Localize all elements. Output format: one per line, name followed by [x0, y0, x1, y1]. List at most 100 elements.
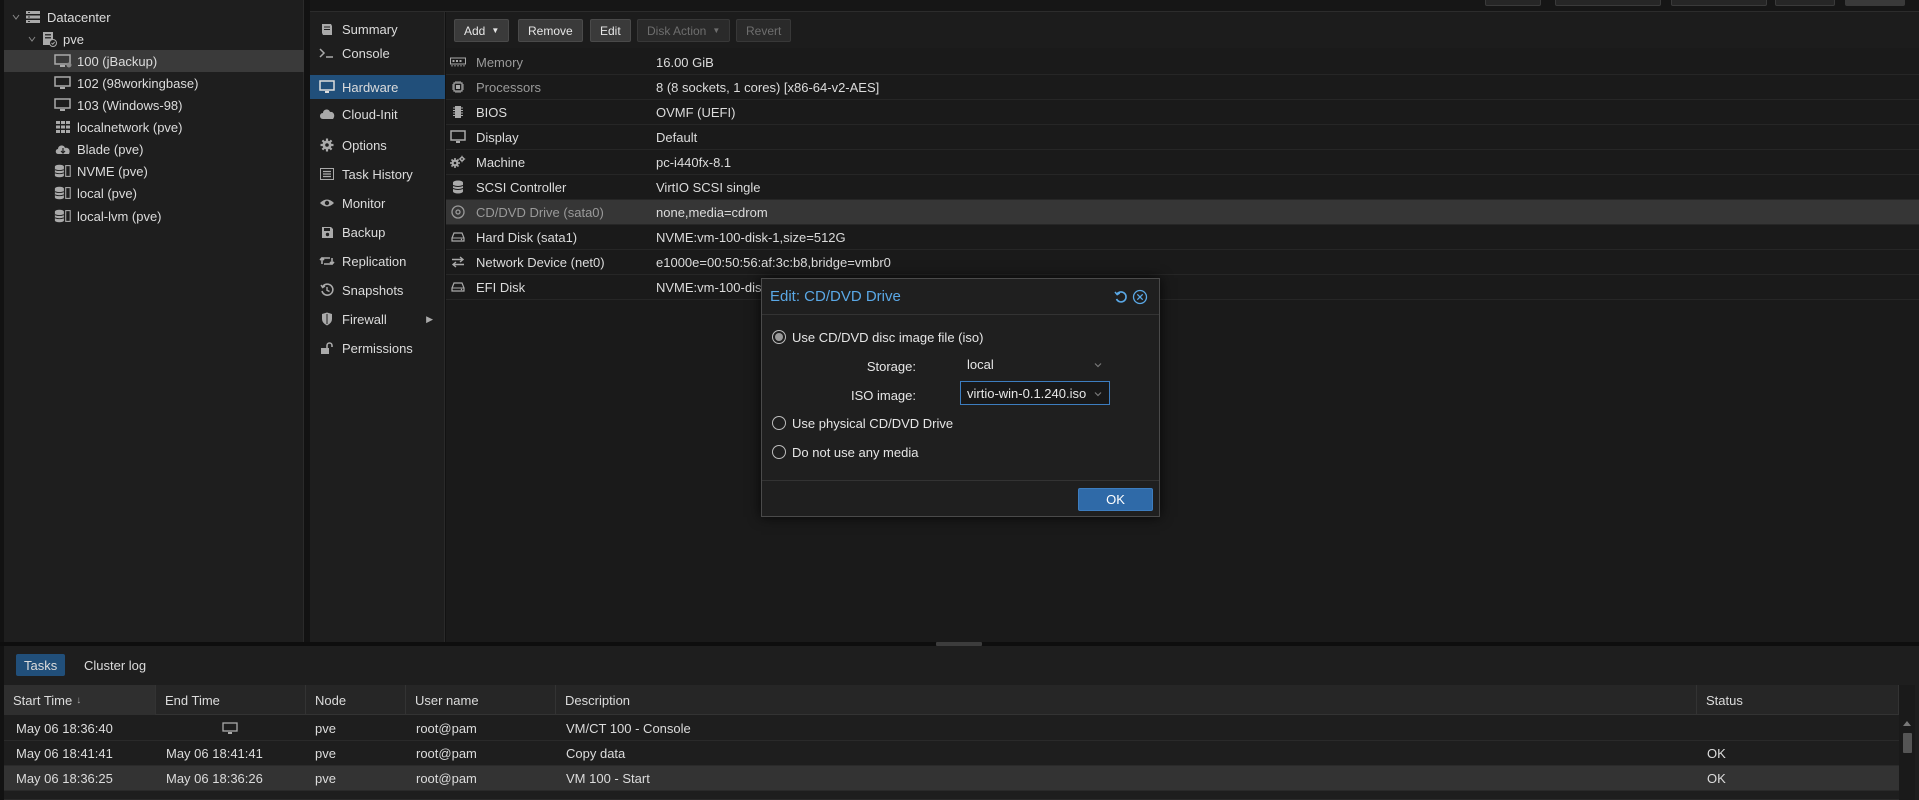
close-icon[interactable]	[1132, 289, 1148, 305]
nav-snapshots[interactable]: Snapshots	[310, 278, 445, 302]
tree-item-vm-103[interactable]: 103 (Windows-98)	[4, 94, 304, 116]
nav-summary[interactable]: Summary	[310, 17, 445, 41]
radio-checked-icon[interactable]	[772, 330, 786, 344]
task-node: pve	[315, 771, 336, 786]
add-button[interactable]: Add ▼	[454, 19, 510, 42]
nav-backup[interactable]: Backup	[310, 220, 445, 244]
nav-task-history[interactable]: Task History	[310, 162, 445, 186]
floppy-icon	[319, 225, 335, 239]
hardware-toolbar: Add ▼ Remove Edit Disk Action ▼ Revert	[446, 12, 1919, 48]
radio-use-iso[interactable]: Use CD/DVD disc image file (iso)	[772, 328, 983, 346]
remove-button[interactable]: Remove	[518, 19, 583, 42]
column-start-time[interactable]: Start Time ↓	[4, 685, 156, 715]
expand-arrow-icon[interactable]: ▶	[426, 314, 433, 325]
nav-hardware[interactable]: Hardware	[310, 75, 445, 99]
tree-item-nvme[interactable]: NVME (pve)	[4, 160, 304, 182]
hardware-row-efi-disk[interactable]: EFI Disk NVME:vm-100-disk-0	[446, 275, 1919, 300]
hardware-row-machine[interactable]: Machine pc-i440fx-8.1	[446, 150, 1919, 175]
column-node[interactable]: Node	[306, 685, 406, 715]
nav-label: Firewall	[342, 311, 387, 327]
nav-label: Backup	[342, 224, 386, 240]
tree-item-localnetwork[interactable]: localnetwork (pve)	[4, 116, 304, 138]
add-label: Add	[464, 23, 486, 38]
column-user-name[interactable]: User name	[406, 685, 556, 715]
hardware-row-bios[interactable]: BIOS OVMF (UEFI)	[446, 100, 1919, 125]
tab-cluster-log[interactable]: Cluster log	[76, 654, 154, 676]
dialog-header: Edit: CD/DVD Drive	[762, 279, 1159, 315]
task-start: May 06 18:36:40	[16, 721, 113, 736]
tree-item-vm-102[interactable]: 102 (98workingbase)	[4, 72, 304, 94]
dialog-title: Edit: CD/DVD Drive	[770, 288, 901, 305]
hardware-row-display[interactable]: Display Default	[446, 125, 1919, 150]
task-user: root@pam	[416, 771, 477, 786]
nav-console[interactable]: Console	[310, 41, 445, 65]
radio-label: Use CD/DVD disc image file (iso)	[792, 329, 984, 345]
ok-button[interactable]: OK	[1078, 488, 1153, 511]
task-row[interactable]: May 06 18:41:41 May 06 18:41:41 pve root…	[4, 741, 1899, 766]
column-description[interactable]: Description	[556, 685, 1697, 715]
header-button[interactable]	[1671, 0, 1767, 6]
task-user: root@pam	[416, 721, 477, 736]
nav-label: Summary	[342, 21, 398, 37]
hardware-row-processors[interactable]: Processors 8 (8 sockets, 1 cores) [x86-6…	[446, 75, 1919, 100]
scroll-up-icon[interactable]	[1903, 721, 1911, 726]
iso-image-combo[interactable]: virtio-win-0.1.240.iso	[960, 381, 1110, 405]
tab-tasks[interactable]: Tasks	[16, 654, 66, 676]
task-grid-scrollbar[interactable]	[1899, 685, 1915, 800]
storage-combo[interactable]: local	[960, 352, 1110, 376]
disk-action-button[interactable]: Disk Action ▼	[637, 19, 731, 42]
radio-use-physical[interactable]: Use physical CD/DVD Drive	[772, 414, 953, 432]
radio-no-media[interactable]: Do not use any media	[772, 443, 918, 461]
chevron-down-icon[interactable]	[1093, 389, 1103, 399]
header-button[interactable]	[1485, 0, 1541, 6]
hardware-row-cdrom[interactable]: CD/DVD Drive (sata0) none,media=cdrom	[446, 200, 1919, 225]
tab-label: Tasks	[24, 657, 58, 673]
tree-item-local-lvm[interactable]: local-lvm (pve)	[4, 205, 304, 227]
iso-image-label: ISO image:	[850, 388, 916, 403]
column-label: Status	[1706, 692, 1743, 708]
task-row[interactable]	[4, 791, 1899, 800]
radio-unchecked-icon[interactable]	[772, 445, 786, 459]
nav-permissions[interactable]: Permissions	[310, 336, 445, 360]
scrollbar-thumb[interactable]	[1903, 733, 1912, 753]
task-end: May 06 18:41:41	[166, 746, 263, 761]
tree-item-label: pve	[63, 31, 84, 47]
tree-item-local[interactable]: local (pve)	[4, 182, 304, 204]
tree-item-blade[interactable]: Blade (pve)	[4, 138, 304, 160]
nav-monitor[interactable]: Monitor	[310, 191, 445, 215]
hardware-row-hard-disk[interactable]: Hard Disk (sata1) NVME:vm-100-disk-1,siz…	[446, 225, 1919, 250]
nav-replication[interactable]: Replication	[310, 249, 445, 273]
task-description: VM 100 - Start	[566, 771, 650, 786]
disk-action-label: Disk Action	[647, 23, 707, 38]
revert-button[interactable]: Revert	[736, 19, 792, 42]
edit-button[interactable]: Edit	[590, 19, 631, 42]
hardware-row-memory[interactable]: Memory 16.00 GiB	[446, 50, 1919, 75]
column-status[interactable]: Status	[1697, 685, 1899, 715]
hardware-row-network[interactable]: Network Device (net0) e1000e=00:50:56:af…	[446, 250, 1919, 275]
reset-icon[interactable]	[1113, 289, 1129, 305]
chevron-down-icon[interactable]	[26, 33, 38, 45]
header-button[interactable]	[1845, 0, 1905, 6]
column-end-time[interactable]: End Time	[156, 685, 306, 715]
tree-item-datacenter[interactable]: Datacenter	[4, 6, 304, 28]
tree-item-node-pve[interactable]: pve	[4, 28, 304, 50]
chevron-down-icon[interactable]	[10, 11, 22, 23]
resource-tree: Datacenter pve 100 (jBackup) 102 (98work…	[4, 0, 304, 642]
tree-item-vm-100[interactable]: 100 (jBackup)	[4, 50, 304, 72]
nav-cloud-init[interactable]: Cloud-Init	[310, 102, 445, 126]
chevron-down-icon[interactable]	[1093, 360, 1103, 370]
vm-header-bar	[310, 0, 1919, 12]
nav-firewall[interactable]: Firewall ▶	[310, 307, 445, 331]
task-row[interactable]: May 06 18:36:25 May 06 18:36:26 pve root…	[4, 766, 1899, 791]
cloud-storage-icon	[54, 141, 72, 157]
radio-unchecked-icon[interactable]	[772, 416, 786, 430]
header-button[interactable]	[1775, 0, 1835, 6]
task-row[interactable]: May 06 18:36:40 pve root@pam VM/CT 100 -…	[4, 716, 1899, 741]
column-label: User name	[415, 692, 479, 708]
column-label: Node	[315, 692, 347, 708]
tree-item-label: 103 (Windows-98)	[77, 97, 183, 113]
header-button[interactable]	[1555, 0, 1661, 6]
hardware-value: VirtIO SCSI single	[656, 179, 761, 195]
hardware-row-scsi-controller[interactable]: SCSI Controller VirtIO SCSI single	[446, 175, 1919, 200]
nav-options[interactable]: Options	[310, 133, 445, 157]
